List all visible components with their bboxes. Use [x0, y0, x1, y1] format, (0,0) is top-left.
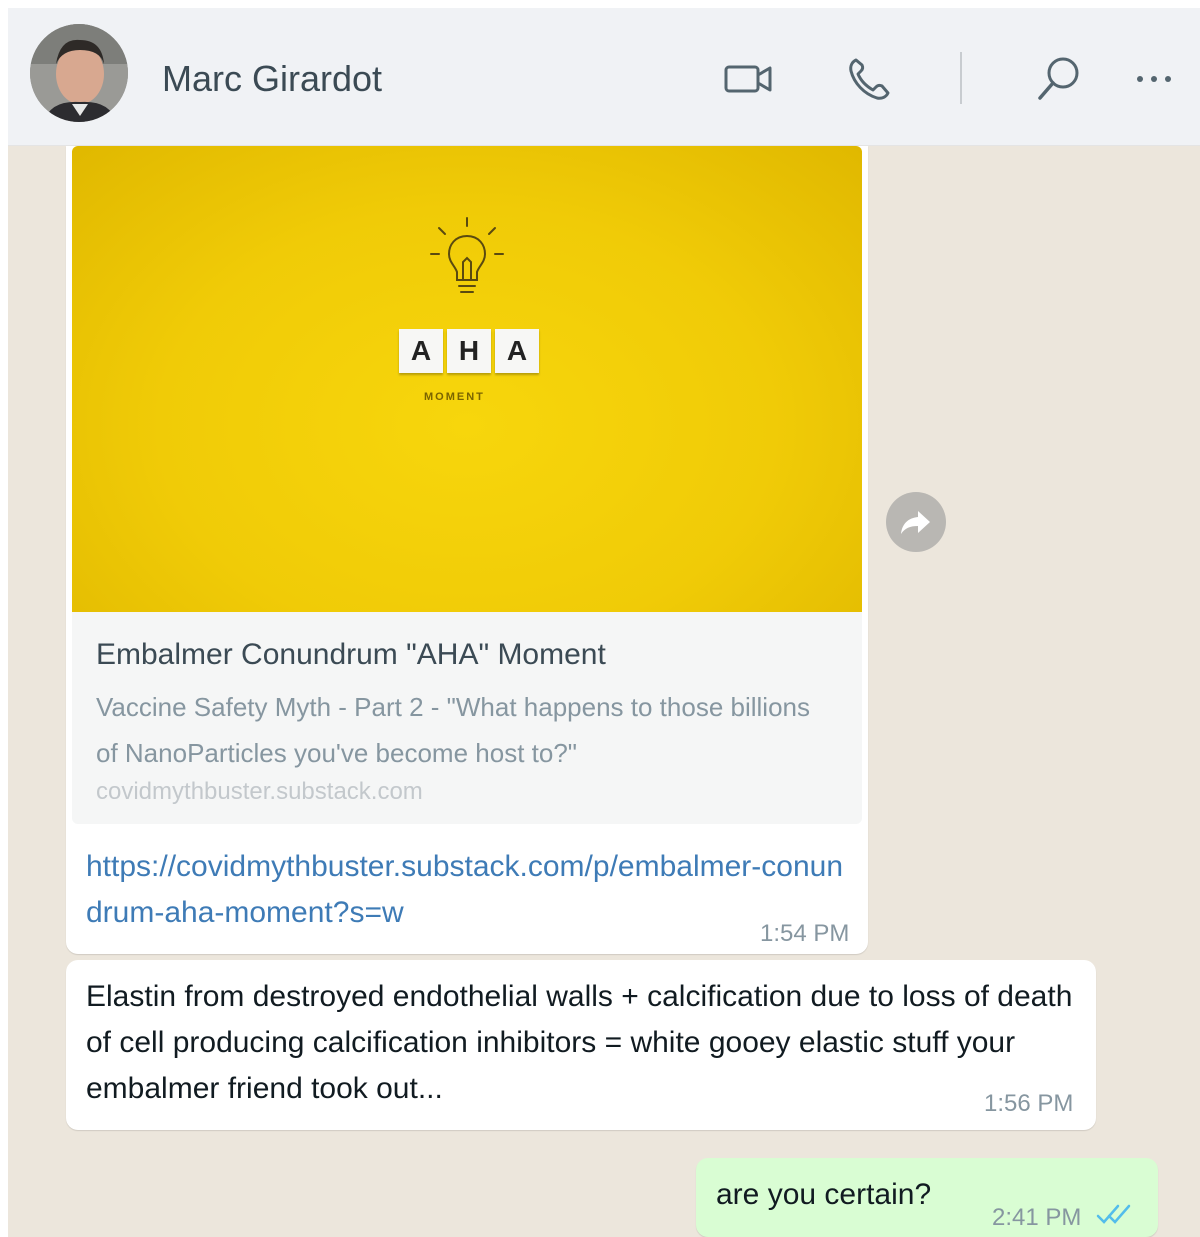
link-preview-card[interactable]: Embalmer Conundrum "AHA" Moment Vaccine … [72, 612, 862, 824]
tile: H [447, 329, 491, 373]
contact-name[interactable]: Marc Girardot [162, 58, 382, 100]
incoming-message: Elastin from destroyed endothelial walls… [66, 960, 1096, 1130]
aha-tiles: A H A [399, 329, 539, 373]
more-options-icon[interactable] [1130, 52, 1184, 106]
link-preview-title: Embalmer Conundrum "AHA" Moment [96, 638, 606, 671]
message-text: Elastin from destroyed endothelial walls… [86, 980, 1073, 1105]
chat-window: Marc Girardot A H A MOMENT Embalmer Conu… [8, 8, 1200, 1237]
video-camera-icon[interactable] [722, 52, 776, 106]
light-bulb-icon [430, 217, 504, 293]
phone-icon[interactable] [842, 52, 896, 106]
forward-icon [901, 511, 930, 534]
link-preview-domain: covidmythbuster.substack.com [96, 778, 423, 805]
message-text: are you certain? [716, 1178, 932, 1211]
message-timestamp: 2:41 PM [992, 1204, 1082, 1231]
message-link[interactable]: https://covidmythbuster.substack.com/p/e… [86, 844, 856, 936]
read-receipt-icon [1096, 1204, 1131, 1224]
tile: A [399, 329, 443, 373]
tile: A [495, 329, 539, 373]
link-preview-image[interactable]: A H A MOMENT [72, 146, 862, 612]
tile-caption: MOMENT [424, 391, 485, 403]
link-preview-message: A H A MOMENT Embalmer Conundrum "AHA" Mo… [66, 146, 868, 954]
chat-header: Marc Girardot [8, 8, 1200, 146]
message-timestamp: 1:54 PM [760, 920, 850, 947]
message-timestamp: 1:56 PM [984, 1090, 1074, 1117]
forward-button[interactable] [886, 492, 946, 552]
search-icon[interactable] [1032, 52, 1086, 106]
outgoing-message: are you certain? 2:41 PM [696, 1158, 1158, 1237]
avatar[interactable] [30, 24, 128, 122]
header-divider [960, 52, 962, 104]
link-preview-description: Vaccine Safety Myth - Part 2 - "What hap… [96, 692, 810, 768]
